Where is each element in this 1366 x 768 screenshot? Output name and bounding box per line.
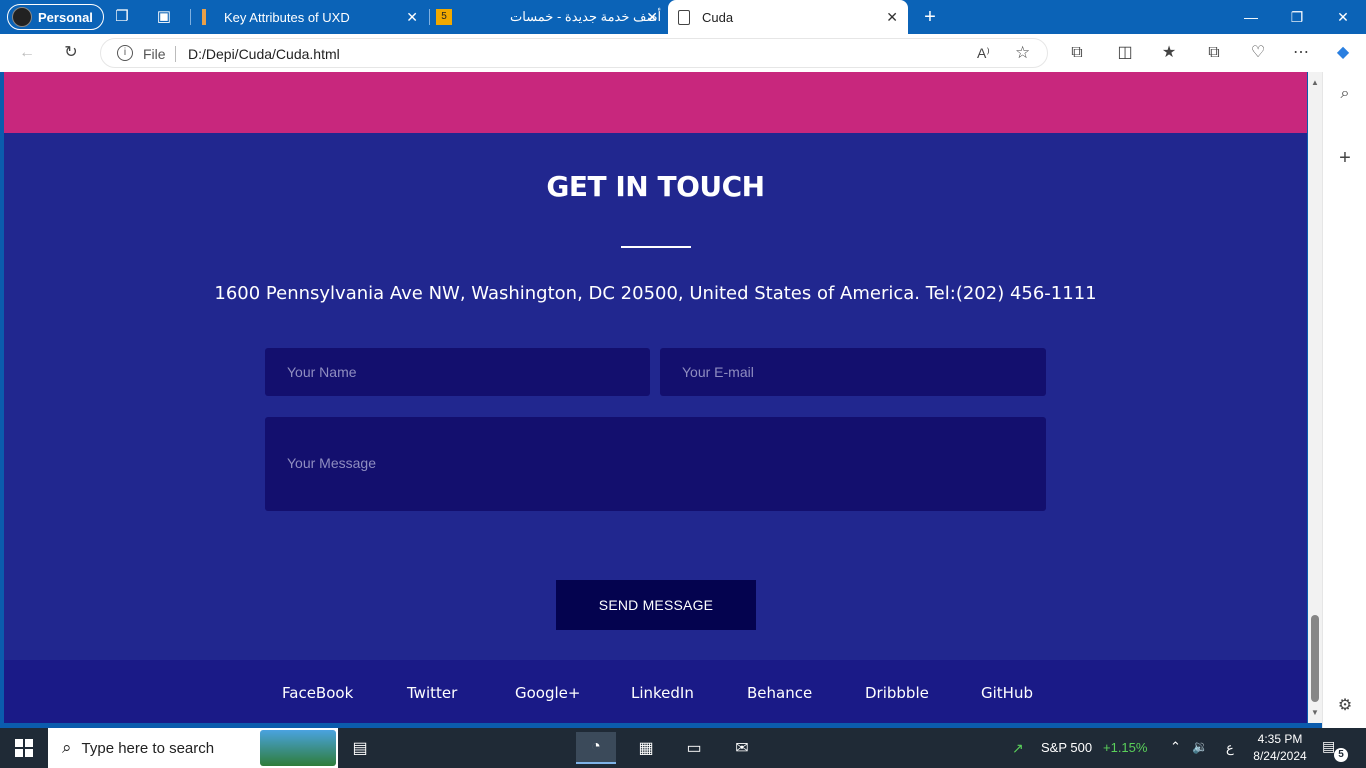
footer-link-dribbble[interactable]: Dribbble <box>865 684 929 702</box>
favorite-star-icon[interactable]: ☆ <box>1015 43 1030 63</box>
close-tab-icon[interactable]: ✕ <box>646 9 658 26</box>
search-icon[interactable]: ⌕ <box>1335 84 1355 104</box>
search-highlight-image <box>260 730 336 766</box>
section-heading: GET IN TOUCH <box>546 170 765 203</box>
favorites-icon[interactable]: ★ <box>1158 43 1180 63</box>
taskbar-search[interactable]: ⌕ Type here to search <box>48 728 338 768</box>
send-message-button[interactable]: SEND MESSAGE <box>556 580 756 630</box>
footer-link-facebook[interactable]: FaceBook <box>282 684 353 702</box>
file-explorer-icon[interactable]: ▭ <box>674 732 714 764</box>
page-viewport: GET IN TOUCH 1600 Pennsylvania Ave NW, W… <box>4 72 1307 723</box>
refresh-icon[interactable]: ↻ <box>60 43 82 63</box>
more-menu-icon[interactable]: ⋯ <box>1290 43 1312 63</box>
tab-actions-icon[interactable]: ▣ <box>154 7 174 27</box>
url-text[interactable]: D:/Depi/Cuda/Cuda.html <box>188 46 340 62</box>
clock-date: 8/24/2024 <box>1253 749 1307 763</box>
footer-link-linkedin[interactable]: LinkedIn <box>631 684 694 702</box>
back-icon[interactable]: ← <box>16 43 38 63</box>
stock-trend-icon: ↗ <box>1012 740 1024 756</box>
new-tab-icon[interactable]: + <box>920 7 940 27</box>
page-scrollbar[interactable]: ▲ ▼ <box>1308 72 1322 723</box>
tab-favicon <box>202 9 206 25</box>
avatar <box>12 7 32 27</box>
footer-link-googleplus[interactable]: Google+ <box>515 684 580 702</box>
stock-label[interactable]: S&P 500 <box>1041 740 1092 755</box>
minimize-icon[interactable]: — <box>1228 0 1274 34</box>
top-pink-band <box>4 72 1307 133</box>
scroll-up-icon[interactable]: ▲ <box>1310 78 1320 87</box>
tab-favicon: 5 <box>436 9 452 25</box>
profile-label: Personal <box>38 9 93 25</box>
restore-icon[interactable]: ❐ <box>1274 0 1320 34</box>
show-hidden-icons-icon[interactable]: ⌃ <box>1170 739 1181 755</box>
notification-center-icon[interactable]: ▤ 5 <box>1322 738 1348 762</box>
scroll-thumb[interactable] <box>1311 615 1319 702</box>
volume-icon[interactable]: 🔉 <box>1192 739 1208 755</box>
read-aloud-icon[interactable]: A⁾ <box>977 45 990 62</box>
page-icon <box>678 9 690 25</box>
social-footer: FaceBook Twitter Google+ LinkedIn Behanc… <box>4 660 1307 723</box>
heading-divider <box>621 246 691 248</box>
windows-logo-icon <box>15 739 33 757</box>
scroll-down-icon[interactable]: ▼ <box>1310 708 1320 717</box>
browser-essentials-icon[interactable]: ♡ <box>1247 43 1269 63</box>
taskbar-clock[interactable]: 4:35 PM 8/24/2024 <box>1245 731 1315 765</box>
notification-badge: 5 <box>1334 748 1348 762</box>
extensions-icon[interactable]: ⧉ <box>1066 43 1088 63</box>
tab-khamsat[interactable]: 5 أضف خدمة جديدة - خمسات ✕ <box>430 0 668 34</box>
split-screen-icon[interactable]: ◫ <box>1114 43 1136 63</box>
stock-change: +1.15% <box>1103 740 1148 755</box>
collections-icon[interactable]: ⧉ <box>1203 43 1225 63</box>
browser-title-bar: Personal ❐ ▣ Key Attributes of UXD ✕ 5 أ… <box>0 0 1366 34</box>
tab-title: Cuda <box>702 9 734 25</box>
close-tab-icon[interactable]: ✕ <box>886 9 898 26</box>
start-button[interactable] <box>0 728 48 768</box>
add-sidebar-app-icon[interactable]: + <box>1335 148 1355 168</box>
contact-address: 1600 Pennsylvania Ave NW, Washington, DC… <box>214 283 1097 304</box>
task-view-icon[interactable]: ▤ <box>340 732 380 764</box>
edge-app-icon[interactable]: ◔ <box>576 732 616 764</box>
tab-cuda[interactable]: Cuda ✕ <box>668 0 908 34</box>
taskbar-search-placeholder: Type here to search <box>81 739 215 757</box>
workspaces-icon[interactable]: ❐ <box>112 7 132 27</box>
tab-key-attributes[interactable]: Key Attributes of UXD ✕ <box>196 0 428 34</box>
email-input[interactable] <box>660 348 1046 396</box>
scheme-label: File <box>143 46 166 62</box>
tab-title: أضف خدمة جديدة - خمسات <box>510 9 662 24</box>
windows-taskbar: ⌕ Type here to search ▤ ◔ ▦ ▭ ✉ ↗ S&P 50… <box>0 728 1366 768</box>
close-window-icon[interactable]: ✕ <box>1320 0 1366 34</box>
input-language[interactable]: ع <box>1226 740 1234 756</box>
address-bar[interactable]: i File D:/Depi/Cuda/Cuda.html A⁾ ☆ <box>100 38 1048 68</box>
footer-link-github[interactable]: GitHub <box>981 684 1033 702</box>
message-textarea[interactable] <box>265 417 1046 511</box>
outlook-app-icon[interactable]: ✉ <box>722 732 762 764</box>
footer-link-twitter[interactable]: Twitter <box>407 684 457 702</box>
browser-toolbar: ← ↻ i File D:/Depi/Cuda/Cuda.html A⁾ ☆ ⧉… <box>0 34 1366 72</box>
name-input[interactable] <box>265 348 650 396</box>
settings-gear-icon[interactable]: ⚙ <box>1335 696 1355 716</box>
profile-button[interactable]: Personal <box>7 4 104 30</box>
close-tab-icon[interactable]: ✕ <box>406 9 418 26</box>
info-icon[interactable]: i <box>117 45 133 61</box>
clock-time: 4:35 PM <box>1257 732 1303 746</box>
edge-sidebar: ⌕ + ⚙ <box>1322 72 1366 728</box>
search-icon: ⌕ <box>62 738 72 757</box>
tab-title: Key Attributes of UXD <box>224 9 350 25</box>
copilot-icon[interactable]: ◆ <box>1332 43 1354 63</box>
store-app-icon[interactable]: ▦ <box>626 732 666 764</box>
footer-link-behance[interactable]: Behance <box>747 684 812 702</box>
